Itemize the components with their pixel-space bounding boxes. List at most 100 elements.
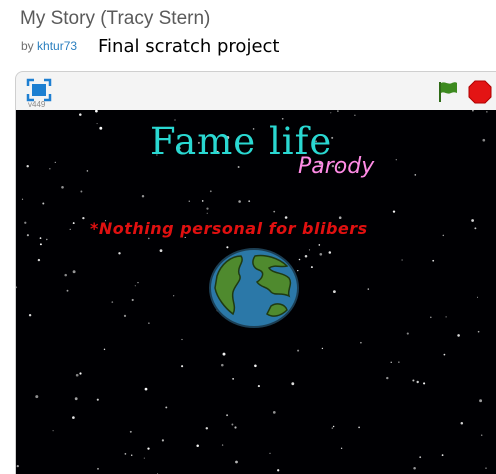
stage-subheading: Parody	[298, 154, 375, 179]
star	[318, 244, 321, 246]
star	[272, 411, 276, 414]
fullscreen-icon[interactable]	[26, 78, 52, 102]
star	[134, 285, 136, 287]
star	[39, 243, 42, 246]
star	[99, 126, 103, 130]
star	[254, 364, 257, 368]
star	[304, 254, 308, 258]
star	[111, 301, 114, 303]
star	[257, 385, 260, 388]
project-note: Final scratch project	[98, 36, 280, 57]
star	[131, 298, 134, 302]
star	[474, 227, 477, 230]
star	[330, 112, 332, 114]
star	[159, 249, 163, 253]
star	[480, 434, 483, 436]
star	[209, 190, 212, 193]
star	[482, 138, 486, 142]
star	[28, 313, 32, 317]
star	[54, 161, 56, 164]
star	[476, 296, 479, 298]
star	[82, 216, 85, 220]
star	[332, 425, 335, 428]
star	[49, 168, 51, 170]
author-link[interactable]: khtur73	[37, 39, 77, 53]
star	[52, 430, 54, 432]
star	[354, 114, 356, 116]
star	[206, 207, 209, 210]
star	[42, 202, 45, 205]
star	[406, 332, 409, 335]
star	[486, 111, 488, 113]
star	[124, 453, 127, 455]
star	[412, 379, 415, 382]
star	[414, 174, 417, 176]
star	[237, 166, 240, 168]
stage-canvas[interactable]: Fame life Parody *Nothing personal for b…	[16, 110, 496, 474]
star	[16, 464, 19, 468]
star	[419, 456, 422, 459]
star	[460, 421, 464, 425]
byline: by khtur73	[21, 39, 77, 53]
star	[161, 439, 164, 442]
star	[147, 447, 150, 450]
star	[337, 110, 339, 112]
star	[173, 295, 175, 297]
star	[442, 234, 445, 237]
star	[398, 361, 400, 363]
star	[234, 426, 237, 429]
star	[441, 454, 444, 456]
star	[226, 414, 229, 417]
scratch-player: v449 Fame life Parody *Nothing personal …	[15, 71, 496, 474]
star	[231, 423, 234, 426]
star	[148, 322, 150, 324]
star	[471, 219, 474, 222]
star	[331, 427, 334, 429]
star	[340, 447, 343, 449]
star	[430, 316, 432, 319]
project-title: My Story (Tracy Stern)	[20, 8, 211, 29]
star	[443, 353, 446, 356]
star	[181, 338, 183, 341]
star	[46, 238, 48, 241]
star	[248, 200, 251, 203]
star	[26, 234, 29, 237]
star	[74, 397, 78, 401]
star	[423, 382, 426, 385]
star	[432, 259, 435, 262]
byline-prefix: by	[21, 39, 34, 53]
star	[358, 426, 360, 429]
star	[165, 406, 168, 409]
earth-sprite	[209, 248, 299, 328]
green-flag-icon[interactable]	[437, 80, 459, 104]
star	[97, 467, 99, 470]
stage-banner: *Nothing personal for blibers	[90, 219, 368, 238]
star	[273, 210, 276, 213]
star	[477, 330, 480, 333]
star	[24, 221, 27, 224]
version-label: v449	[28, 100, 46, 109]
star	[221, 363, 224, 367]
star	[37, 258, 41, 262]
star	[141, 194, 145, 198]
star	[16, 286, 18, 289]
stop-sign-icon[interactable]	[468, 80, 492, 104]
star	[457, 334, 460, 337]
star	[196, 444, 199, 448]
star	[39, 237, 42, 239]
star	[297, 349, 300, 352]
star	[269, 452, 271, 454]
star	[291, 382, 295, 386]
star	[95, 110, 98, 113]
star	[472, 110, 474, 112]
star	[206, 212, 208, 214]
star	[416, 380, 419, 384]
star	[61, 186, 64, 189]
star	[277, 469, 280, 472]
star	[143, 457, 145, 459]
star	[96, 398, 99, 401]
star	[310, 266, 313, 269]
star	[72, 416, 75, 419]
star	[235, 460, 238, 464]
star	[221, 444, 224, 446]
